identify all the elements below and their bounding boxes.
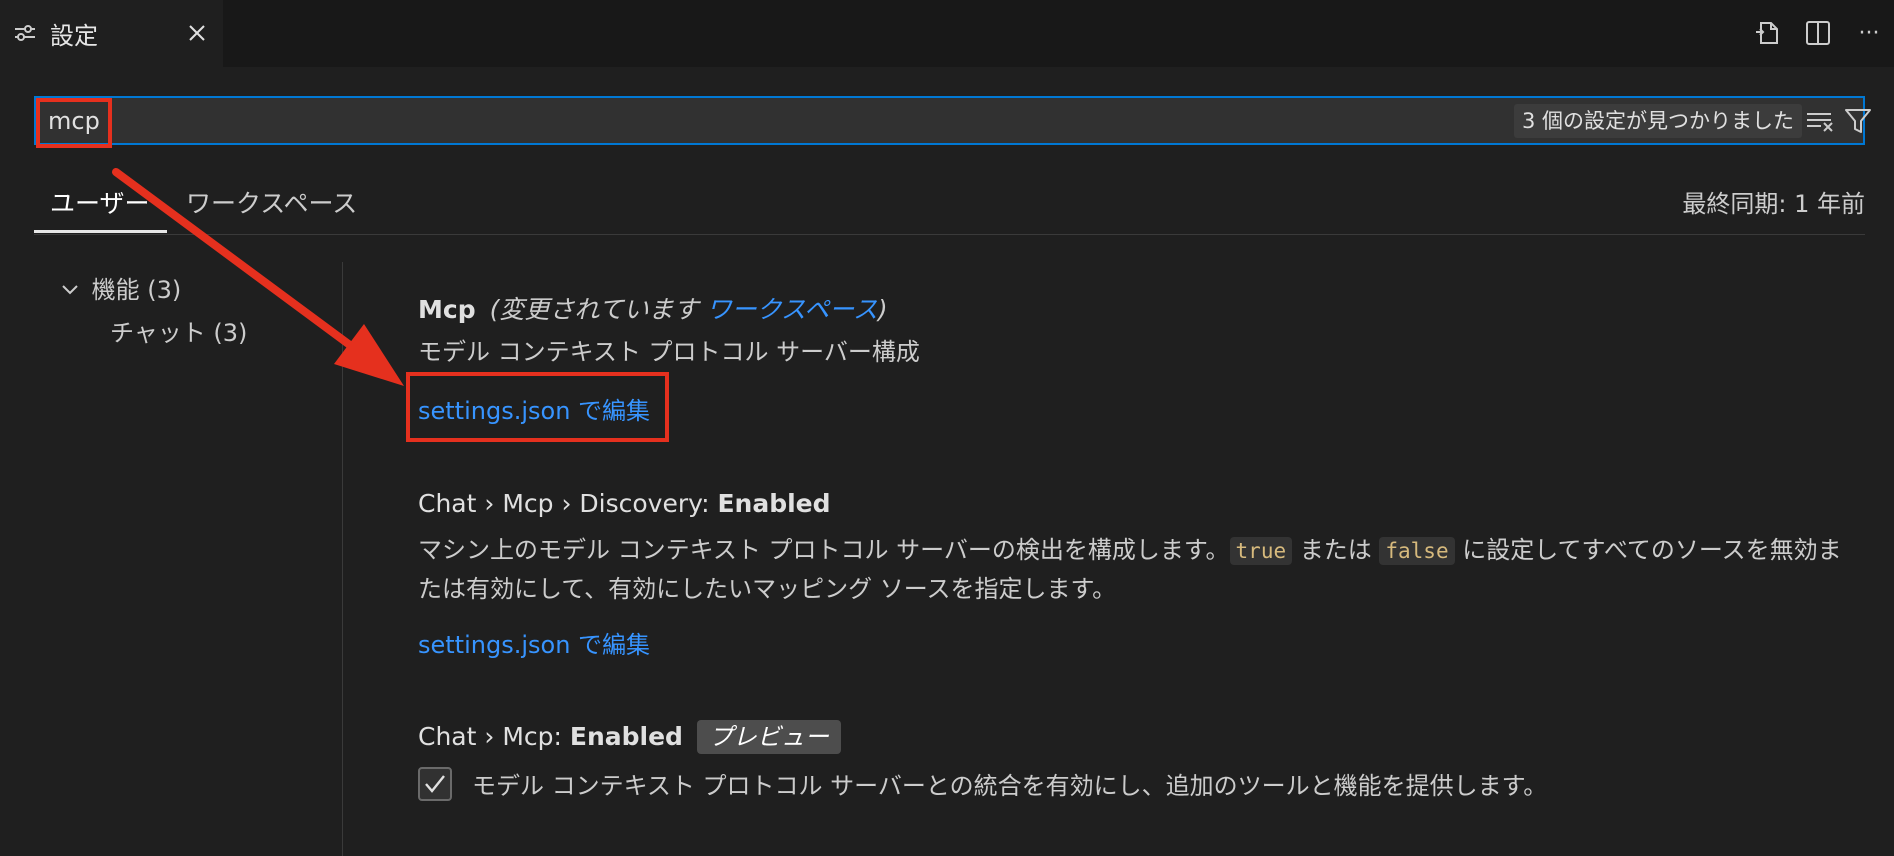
tree-item-chat[interactable]: チャット (3)	[110, 313, 247, 348]
last-sync-status: 最終同期: 1 年前	[1682, 190, 1865, 218]
sidebar-divider	[342, 262, 343, 856]
mcp-enabled-checkbox[interactable]	[418, 767, 452, 801]
more-actions-icon[interactable]: ···	[1852, 16, 1886, 50]
edit-in-settings-json-link[interactable]: settings.json で編集	[418, 391, 650, 426]
result-count-badge: 3 個の設定が見つかりました	[1514, 104, 1803, 138]
setting-discovery-description: マシン上のモデル コンテキスト プロトコル サーバーの検出を構成します。 true…	[418, 531, 1858, 608]
tab-user[interactable]: ユーザー	[50, 184, 150, 220]
chevron-down-icon	[60, 277, 84, 305]
setting-path: Chat › Mcp:	[418, 722, 570, 751]
desc-text: または	[1292, 536, 1380, 564]
filter-icon[interactable]	[1841, 104, 1875, 138]
mcp-enabled-checkbox-label: モデル コンテキスト プロトコル サーバーとの統合を有効にし、追加のツールと機能…	[472, 772, 1548, 800]
tree-item-label: チャット (3)	[110, 319, 248, 347]
setting-name: Mcp	[418, 295, 476, 324]
settings-tab[interactable]: 設定	[0, 0, 223, 67]
more-actions-glyph: ···	[1858, 20, 1880, 46]
desc-text: マシン上のモデル コンテキスト プロトコル サーバーの検出を構成します。	[418, 536, 1230, 564]
setting-path: Chat › Mcp › Discovery:	[418, 489, 718, 518]
setting-mcp-title: Mcp (変更されています ワークスペース)	[418, 290, 888, 326]
modified-indicator: (変更されています ワークスペース)	[490, 295, 888, 324]
clear-filter-icon[interactable]	[1803, 104, 1837, 138]
setting-mcp-description: モデル コンテキスト プロトコル サーバー構成	[418, 338, 920, 366]
code-false: false	[1379, 537, 1455, 565]
tab-title: 設定	[50, 22, 98, 50]
modified-scope-link[interactable]: ワークスペース	[707, 295, 878, 324]
code-true: true	[1229, 537, 1293, 565]
active-tab-underline	[34, 230, 167, 233]
edit-in-settings-json-link[interactable]: settings.json で編集	[418, 625, 650, 660]
modified-prefix: (変更されています	[489, 295, 699, 324]
open-settings-json-icon[interactable]	[1751, 16, 1785, 50]
tree-group-features[interactable]: 機能 (3)	[60, 270, 181, 305]
settings-search-box: 3 個の設定が見つかりました	[34, 96, 1871, 145]
split-editor-icon[interactable]	[1801, 16, 1835, 50]
setting-name: Enabled	[569, 722, 683, 751]
preview-badge: プレビュー	[696, 720, 841, 754]
modified-suffix: )	[877, 295, 888, 324]
tab-workspace[interactable]: ワークスペース	[186, 184, 357, 220]
setting-name: Enabled	[717, 489, 831, 518]
setting-mcp-enabled-title: Chat › Mcp: Enabled プレビュー	[418, 720, 841, 754]
tree-group-label: 機能 (3)	[91, 276, 182, 304]
checkmark-icon	[425, 775, 445, 793]
close-icon[interactable]	[182, 18, 212, 48]
settings-sliders-icon	[12, 20, 38, 46]
setting-discovery-title: Chat › Mcp › Discovery: Enabled	[418, 489, 831, 518]
settings-scope-tabs: ユーザー ワークスペース 最終同期: 1 年前	[34, 176, 1865, 235]
editor-tab-bar: 設定 ···	[0, 0, 1894, 67]
search-input[interactable]	[48, 98, 1248, 143]
